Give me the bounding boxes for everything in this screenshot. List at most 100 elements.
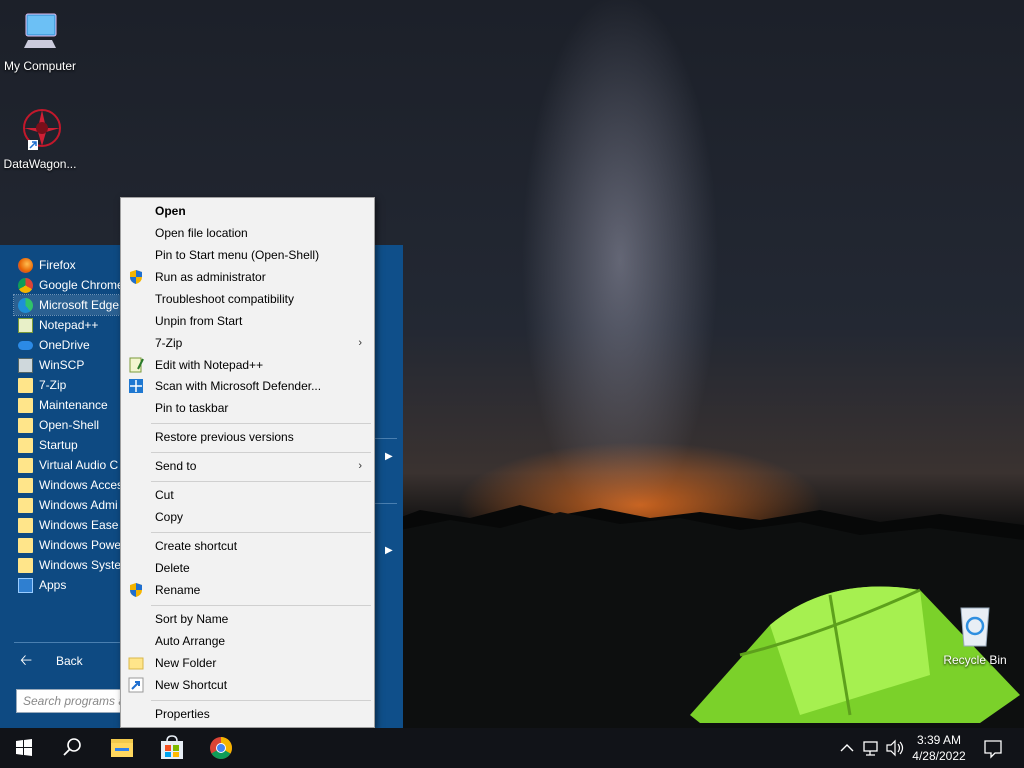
program-item-microsoft-edge[interactable]: Microsoft Edge bbox=[13, 294, 125, 316]
menu-item-pin-to-start[interactable]: Pin to Start menu (Open-Shell) bbox=[123, 244, 372, 266]
menu-item-auto-arrange[interactable]: Auto Arrange bbox=[123, 630, 372, 652]
program-item-notepadpp[interactable]: Notepad++ bbox=[14, 315, 124, 335]
notification-center-button[interactable] bbox=[978, 728, 1008, 768]
computer-icon bbox=[16, 8, 64, 56]
program-item-google-chrome[interactable]: Google Chrome bbox=[14, 275, 124, 295]
start-button[interactable] bbox=[0, 728, 48, 768]
start-menu-divider bbox=[375, 503, 397, 504]
folder-icon bbox=[18, 418, 33, 433]
search-programs-input[interactable]: Search programs a bbox=[16, 689, 126, 713]
menu-item-rename[interactable]: Rename bbox=[123, 579, 372, 601]
desktop-icon-recycle-bin[interactable]: Recycle Bin bbox=[935, 602, 1015, 667]
desktop-icon-my-computer[interactable]: My Computer bbox=[0, 8, 80, 73]
start-menu-divider bbox=[14, 642, 120, 643]
menu-item-scan-with-defender[interactable]: Scan with Microsoft Defender... bbox=[123, 375, 372, 397]
desktop-icon-datawagon[interactable]: DataWagon... bbox=[0, 106, 80, 171]
chrome-icon bbox=[210, 737, 232, 759]
menu-item-sort-by-name[interactable]: Sort by Name bbox=[123, 608, 372, 630]
file-explorer-icon bbox=[111, 739, 133, 757]
folder-icon bbox=[18, 478, 33, 493]
menu-separator bbox=[151, 605, 371, 606]
menu-item-unpin-from-start[interactable]: Unpin from Start bbox=[123, 310, 372, 332]
menu-item-send-to[interactable]: Send to › bbox=[123, 455, 372, 477]
program-folder-7zip[interactable]: 7-Zip bbox=[14, 375, 124, 395]
program-item-winscp[interactable]: WinSCP bbox=[14, 355, 124, 375]
edge-icon bbox=[18, 298, 33, 313]
program-item-onedrive[interactable]: OneDrive bbox=[14, 335, 124, 355]
menu-item-7zip[interactable]: 7-Zip › bbox=[123, 332, 372, 354]
menu-item-open-file-location[interactable]: Open file location bbox=[123, 222, 372, 244]
uac-shield-icon bbox=[128, 582, 144, 598]
program-item-apps[interactable]: Apps bbox=[14, 575, 124, 595]
folder-icon bbox=[18, 458, 33, 473]
submenu-arrow-icon[interactable]: ▶ bbox=[385, 451, 393, 462]
chrome-taskbar-button[interactable] bbox=[197, 728, 245, 768]
menu-item-run-as-administrator[interactable]: Run as administrator bbox=[123, 266, 372, 288]
program-folder-windows-accessories[interactable]: Windows Access bbox=[14, 475, 124, 495]
program-folder-maintenance[interactable]: Maintenance bbox=[14, 395, 124, 415]
menu-item-restore-previous-versions[interactable]: Restore previous versions bbox=[123, 426, 372, 448]
clock-time: 3:39 AM bbox=[916, 733, 962, 747]
program-folder-windows-powershell[interactable]: Windows Powe bbox=[14, 535, 124, 555]
start-icon bbox=[16, 739, 32, 756]
folder-icon bbox=[18, 558, 33, 573]
volume-button[interactable] bbox=[884, 728, 906, 768]
uac-shield-icon bbox=[128, 269, 144, 285]
folder-icon bbox=[18, 538, 33, 553]
menu-item-copy[interactable]: Copy bbox=[123, 506, 372, 528]
menu-item-troubleshoot-compatibility[interactable]: Troubleshoot compatibility bbox=[123, 288, 372, 310]
winscp-icon bbox=[18, 358, 33, 373]
program-folder-startup[interactable]: Startup bbox=[14, 435, 124, 455]
menu-item-delete[interactable]: Delete bbox=[123, 557, 372, 579]
store-icon bbox=[161, 735, 183, 759]
menu-separator bbox=[151, 452, 371, 453]
folder-icon bbox=[18, 518, 33, 533]
menu-separator bbox=[151, 700, 371, 701]
menu-item-new-shortcut[interactable]: New Shortcut bbox=[123, 674, 372, 696]
firefox-icon bbox=[18, 258, 33, 273]
volume-icon bbox=[886, 739, 904, 757]
recycle-bin-icon bbox=[951, 602, 999, 650]
menu-item-pin-to-taskbar[interactable]: Pin to taskbar bbox=[123, 397, 372, 419]
back-button[interactable]: 🡠 Back bbox=[14, 650, 120, 672]
apps-icon bbox=[18, 578, 33, 593]
context-menu: Open Open file location Pin to Start men… bbox=[120, 197, 375, 728]
search-button[interactable] bbox=[48, 728, 96, 768]
menu-item-open[interactable]: Open bbox=[123, 200, 372, 222]
chevron-up-icon bbox=[840, 744, 854, 752]
menu-separator bbox=[151, 481, 371, 482]
program-folder-windows-system[interactable]: Windows Syster bbox=[14, 555, 124, 575]
taskbar-clock[interactable]: 3:39 AM 4/28/2022 bbox=[906, 732, 972, 764]
program-item-firefox[interactable]: Firefox bbox=[14, 255, 124, 275]
menu-item-cut[interactable]: Cut bbox=[123, 484, 372, 506]
desktop-icon-label: DataWagon... bbox=[3, 157, 77, 171]
menu-item-properties[interactable]: Properties bbox=[123, 703, 372, 725]
menu-item-edit-with-notepadpp[interactable]: Edit with Notepad++ bbox=[123, 354, 372, 376]
clock-date: 4/28/2022 bbox=[912, 749, 966, 763]
notepadpp-icon bbox=[128, 357, 144, 373]
folder-icon bbox=[18, 498, 33, 513]
submenu-arrow-icon[interactable]: ▶ bbox=[385, 545, 393, 556]
menu-item-new-folder[interactable]: New Folder bbox=[123, 652, 372, 674]
show-hidden-icons-button[interactable] bbox=[838, 728, 856, 768]
start-menu-divider bbox=[375, 438, 397, 439]
folder-icon bbox=[18, 378, 33, 393]
back-arrow-icon: 🡠 bbox=[20, 652, 33, 669]
program-folder-open-shell[interactable]: Open-Shell bbox=[14, 415, 124, 435]
menu-item-create-shortcut[interactable]: Create shortcut bbox=[123, 535, 372, 557]
notepadpp-icon bbox=[18, 318, 33, 333]
onedrive-icon bbox=[18, 341, 33, 350]
folder-icon bbox=[18, 438, 33, 453]
store-button[interactable] bbox=[148, 728, 196, 768]
program-folder-windows-ease[interactable]: Windows Ease o bbox=[14, 515, 124, 535]
desktop-icon-label: Recycle Bin bbox=[943, 653, 1007, 667]
search-icon bbox=[63, 738, 81, 756]
program-folder-windows-admin[interactable]: Windows Admi bbox=[14, 495, 124, 515]
network-button[interactable] bbox=[860, 728, 882, 768]
folder-icon bbox=[18, 398, 33, 413]
file-explorer-button[interactable] bbox=[98, 728, 146, 768]
datawagon-shortcut-icon bbox=[16, 106, 64, 154]
folder-icon bbox=[128, 655, 144, 671]
defender-icon bbox=[128, 378, 144, 394]
program-folder-virtual-audio[interactable]: Virtual Audio C bbox=[14, 455, 124, 475]
